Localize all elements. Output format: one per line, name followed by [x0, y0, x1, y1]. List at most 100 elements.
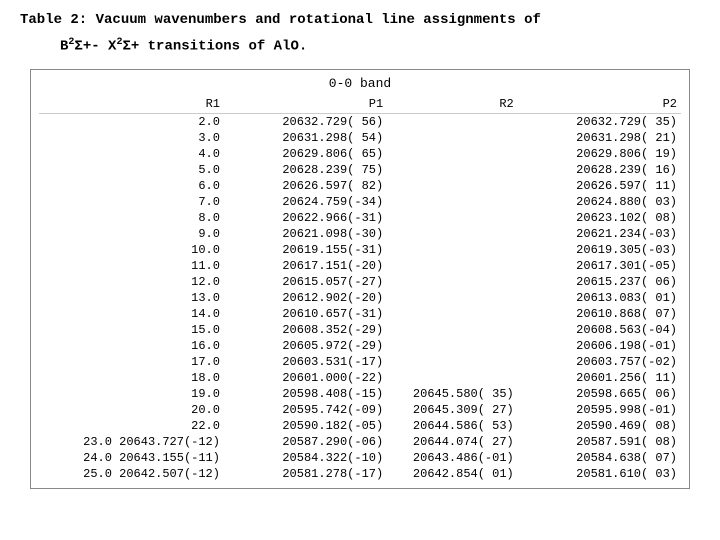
cell-p2: 20628.239( 16) — [518, 162, 681, 178]
cell-r1: 3.0 — [39, 130, 224, 146]
table-row: 13.020612.902(-20) 20613.083( 01) — [39, 290, 681, 306]
table-row: 23.0 20643.727(-12)20587.290(-06)20644.0… — [39, 434, 681, 450]
cell-r2 — [387, 274, 518, 290]
table-row: 9.020621.098(-30)20621.234(-03) — [39, 226, 681, 242]
cell-p1: 20603.531(-17) — [224, 354, 387, 370]
table-row: 2.020632.729( 56)20632.729( 35) — [39, 113, 681, 130]
table-row: 10.020619.155(-31)20619.305(-03) — [39, 242, 681, 258]
cell-p1: 20628.239( 75) — [224, 162, 387, 178]
cell-r2 — [387, 226, 518, 242]
cell-p1: 20601.000(-22) — [224, 370, 387, 386]
page-title: Table 2: Vacuum wavenumbers and rotation… — [20, 10, 700, 31]
cell-r1: 12.0 — [39, 274, 224, 290]
table-row: 3.020631.298( 54)20631.298( 21) — [39, 130, 681, 146]
cell-p1: 20608.352(-29) — [224, 322, 387, 338]
cell-p2: 20587.591( 08) — [518, 434, 681, 450]
cell-r2: 20644.586( 53) — [387, 418, 518, 434]
cell-p2: 20626.597( 11) — [518, 178, 681, 194]
cell-p1: 20587.290(-06) — [224, 434, 387, 450]
cell-p2: 20598.665( 06) — [518, 386, 681, 402]
cell-p1: 20598.408(-15) — [224, 386, 387, 402]
cell-p1: 20584.322(-10) — [224, 450, 387, 466]
table-row: 4.020629.806( 65)20629.806( 19) — [39, 146, 681, 162]
cell-r1: 13.0 — [39, 290, 224, 306]
table-row: 5.020628.239( 75) 20628.239( 16) — [39, 162, 681, 178]
cell-p1: 20632.729( 56) — [224, 113, 387, 130]
col-header-p1: P1 — [224, 95, 387, 114]
cell-p2: 20601.256( 11) — [518, 370, 681, 386]
cell-r2: 20642.854( 01) — [387, 466, 518, 482]
cell-p2: 20632.729( 35) — [518, 113, 681, 130]
cell-p2: 20610.868( 07) — [518, 306, 681, 322]
col-header-r1: R1 — [39, 95, 224, 114]
cell-p2: 20595.998(-01) — [518, 402, 681, 418]
cell-r2 — [387, 290, 518, 306]
cell-r1: 8.0 — [39, 210, 224, 226]
table-row: 8.020622.966(-31)20623.102( 08) — [39, 210, 681, 226]
cell-p2: 20581.610( 03) — [518, 466, 681, 482]
table-row: 20.020595.742(-09)20645.309( 27)20595.99… — [39, 402, 681, 418]
cell-r2: 20645.580( 35) — [387, 386, 518, 402]
table-row: 15.020608.352(-29) 20608.563(-04) — [39, 322, 681, 338]
cell-r2 — [387, 146, 518, 162]
cell-r1: 9.0 — [39, 226, 224, 242]
cell-p2: 20584.638( 07) — [518, 450, 681, 466]
col-header-r2: R2 — [387, 95, 518, 114]
cell-r1: 19.0 — [39, 386, 224, 402]
cell-r1: 18.0 — [39, 370, 224, 386]
cell-r2 — [387, 354, 518, 370]
cell-p1: 20619.155(-31) — [224, 242, 387, 258]
cell-p2: 20624.880( 03) — [518, 194, 681, 210]
cell-p1: 20595.742(-09) — [224, 402, 387, 418]
table-row: 16.020605.972(-29)20606.198(-01) — [39, 338, 681, 354]
cell-r2 — [387, 210, 518, 226]
table-row: 11.020617.151(-20)20617.301(-05) — [39, 258, 681, 274]
cell-r1: 5.0 — [39, 162, 224, 178]
table-row: 7.020624.759(-34)20624.880( 03) — [39, 194, 681, 210]
cell-p1: 20590.182(-05) — [224, 418, 387, 434]
data-table: R1 P1 R2 P2 2.020632.729( 56)20632.729( … — [39, 95, 681, 482]
cell-p2: 20606.198(-01) — [518, 338, 681, 354]
table-container: 0-0 band R1 P1 R2 P2 2.020632.729( 56)20… — [30, 69, 690, 489]
cell-p1: 20624.759(-34) — [224, 194, 387, 210]
band-header: 0-0 band — [39, 76, 681, 91]
cell-p2: 20613.083( 01) — [518, 290, 681, 306]
cell-p2: 20608.563(-04) — [518, 322, 681, 338]
cell-r2 — [387, 242, 518, 258]
table-row: 12.020615.057(-27)20615.237( 06) — [39, 274, 681, 290]
cell-p1: 20612.902(-20) — [224, 290, 387, 306]
cell-r1: 11.0 — [39, 258, 224, 274]
cell-r1: 14.0 — [39, 306, 224, 322]
col-header-p2: P2 — [518, 95, 681, 114]
cell-p1: 20581.278(-17) — [224, 466, 387, 482]
table-row: 14.020610.657(-31) 20610.868( 07) — [39, 306, 681, 322]
cell-r2 — [387, 322, 518, 338]
cell-p1: 20629.806( 65) — [224, 146, 387, 162]
cell-r1: 23.0 20643.727(-12) — [39, 434, 224, 450]
cell-r1: 4.0 — [39, 146, 224, 162]
cell-r2: 20643.486(-01) — [387, 450, 518, 466]
cell-p2: 20590.469( 08) — [518, 418, 681, 434]
table-row: 19.020598.408(-15)20645.580( 35)20598.66… — [39, 386, 681, 402]
cell-r1: 25.0 20642.507(-12) — [39, 466, 224, 482]
cell-r1: 6.0 — [39, 178, 224, 194]
cell-r1: 17.0 — [39, 354, 224, 370]
cell-r2: 20645.309( 27) — [387, 402, 518, 418]
cell-p1: 20610.657(-31) — [224, 306, 387, 322]
cell-r2 — [387, 194, 518, 210]
table-row: 22.020590.182(-05)20644.586( 53)20590.46… — [39, 418, 681, 434]
cell-r2 — [387, 338, 518, 354]
table-row: 6.020626.597( 82) 20626.597( 11) — [39, 178, 681, 194]
cell-p1: 20622.966(-31) — [224, 210, 387, 226]
cell-r2 — [387, 178, 518, 194]
cell-r2 — [387, 130, 518, 146]
cell-p1: 20626.597( 82) — [224, 178, 387, 194]
cell-r1: 10.0 — [39, 242, 224, 258]
cell-p2: 20617.301(-05) — [518, 258, 681, 274]
table-row: 18.020601.000(-22) 20601.256( 11) — [39, 370, 681, 386]
subtitle: B2Σ+- X2Σ+ transitions of AlO. — [60, 37, 700, 55]
cell-r2 — [387, 370, 518, 386]
cell-r1: 15.0 — [39, 322, 224, 338]
cell-p1: 20621.098(-30) — [224, 226, 387, 242]
table-row: 17.020603.531(-17)20603.757(-02) — [39, 354, 681, 370]
